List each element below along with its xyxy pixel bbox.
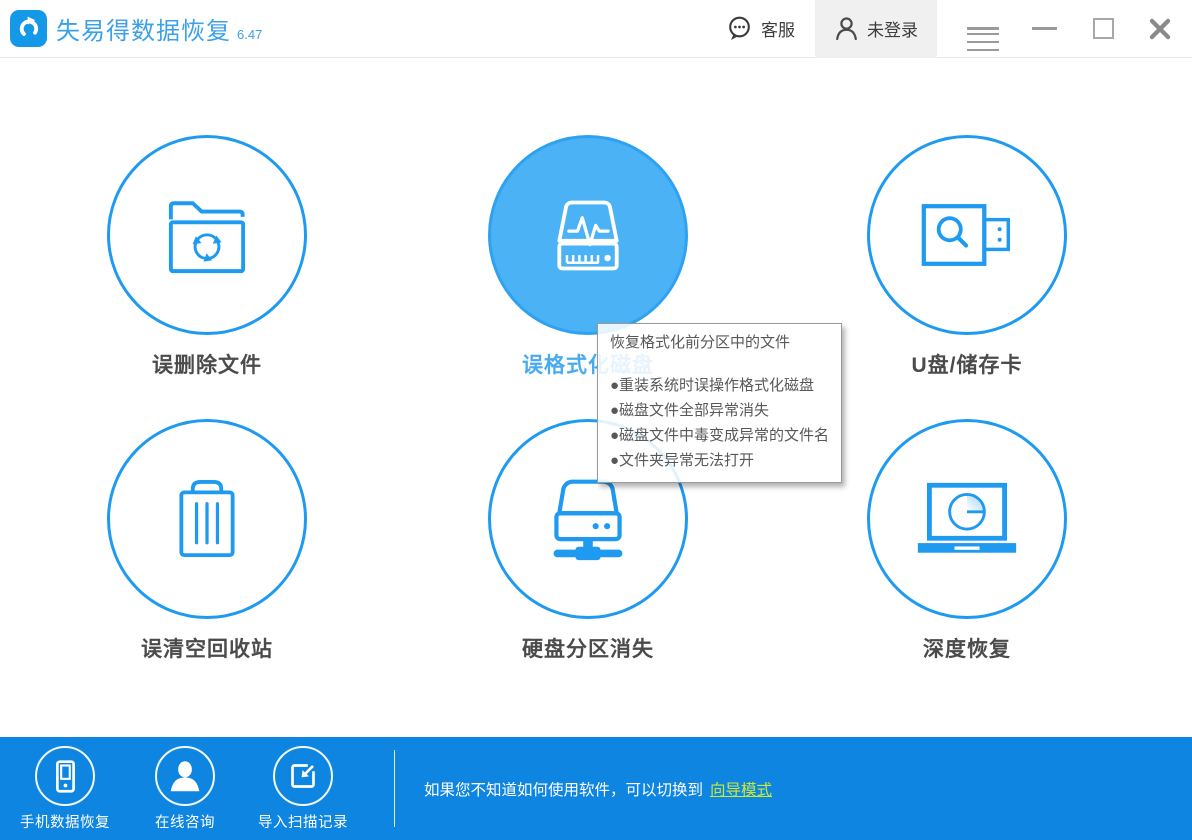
folder-recycle-icon [163, 193, 251, 277]
tooltip-bullet: ●磁盘文件中毒变成异常的文件名 [610, 423, 829, 448]
drive-network-icon [540, 475, 636, 563]
drive-pulse-icon [542, 191, 634, 279]
action-label: 手机数据恢复 [0, 811, 130, 832]
phone-recovery-button[interactable]: 手机数据恢复 [0, 746, 130, 832]
mode-circle[interactable] [867, 419, 1067, 619]
customer-service-label: 客服 [761, 16, 795, 41]
import-scan-button[interactable]: 导入扫描记录 [238, 746, 368, 832]
footer-bar: 手机数据恢复 在线咨询 导入扫描记录 如果您不知道如何使用软件，可以切换到 向导… [0, 737, 1192, 840]
tooltip-formatted-disk: 恢复格式化前分区中的文件 ●重装系统时误操作格式化磁盘 ●磁盘文件全部异常消失 … [597, 323, 842, 483]
chat-bubble-icon [726, 15, 753, 42]
app-title: 失易得数据恢复 [56, 11, 231, 46]
import-icon [273, 746, 333, 806]
mode-deep-recovery[interactable]: 深度恢复 [847, 419, 1087, 663]
close-button[interactable] [1148, 17, 1172, 41]
tooltip-bullet: ●重装系统时误操作格式化磁盘 [610, 373, 829, 398]
mode-recycle-bin[interactable]: 误清空回收站 [87, 419, 327, 663]
maximize-button[interactable] [1093, 18, 1114, 39]
action-label: 在线咨询 [120, 811, 250, 832]
mode-deleted-files[interactable]: 误删除文件 [87, 135, 327, 379]
customer-service-button[interactable]: 客服 [726, 15, 795, 42]
footer-divider [394, 750, 395, 827]
tooltip-bullet: ●磁盘文件全部异常消失 [610, 398, 829, 423]
mode-circle[interactable] [867, 135, 1067, 335]
usb-search-icon [919, 202, 1015, 268]
user-icon [834, 16, 859, 41]
person-icon [155, 746, 215, 806]
mode-label: 深度恢复 [847, 633, 1087, 663]
trash-icon [169, 476, 245, 562]
minimize-button[interactable] [1031, 27, 1057, 30]
tooltip-bullet: ●文件夹异常无法打开 [610, 448, 829, 473]
recovery-mode-grid: 误删除文件 误格式化磁盘 [0, 58, 1192, 736]
mode-circle[interactable] [107, 419, 307, 619]
tooltip-title: 恢复格式化前分区中的文件 [610, 332, 829, 354]
laptop-pie-icon [914, 480, 1020, 558]
app-version: 6.47 [237, 27, 262, 42]
hint-text: 如果您不知道如何使用软件，可以切换到 [424, 778, 703, 800]
mode-label: 误清空回收站 [87, 633, 327, 663]
online-consult-button[interactable]: 在线咨询 [120, 746, 250, 832]
mode-circle[interactable] [107, 135, 307, 335]
footer-hint: 如果您不知道如何使用软件，可以切换到 向导模式 [424, 737, 772, 840]
wizard-mode-link[interactable]: 向导模式 [710, 778, 772, 800]
app-logo-icon [10, 10, 47, 47]
titlebar: 失易得数据恢复 6.47 客服 未登录 [0, 0, 1192, 58]
mode-label: U盘/储存卡 [847, 349, 1087, 379]
action-label: 导入扫描记录 [238, 811, 368, 832]
login-status-label: 未登录 [867, 16, 918, 41]
mode-label: 硬盘分区消失 [468, 633, 708, 663]
mode-usb-card[interactable]: U盘/储存卡 [847, 135, 1087, 379]
mode-circle[interactable] [488, 135, 688, 335]
menu-button[interactable] [967, 22, 999, 36]
login-button[interactable]: 未登录 [815, 0, 937, 58]
mode-label: 误删除文件 [87, 349, 327, 379]
phone-icon [35, 746, 95, 806]
